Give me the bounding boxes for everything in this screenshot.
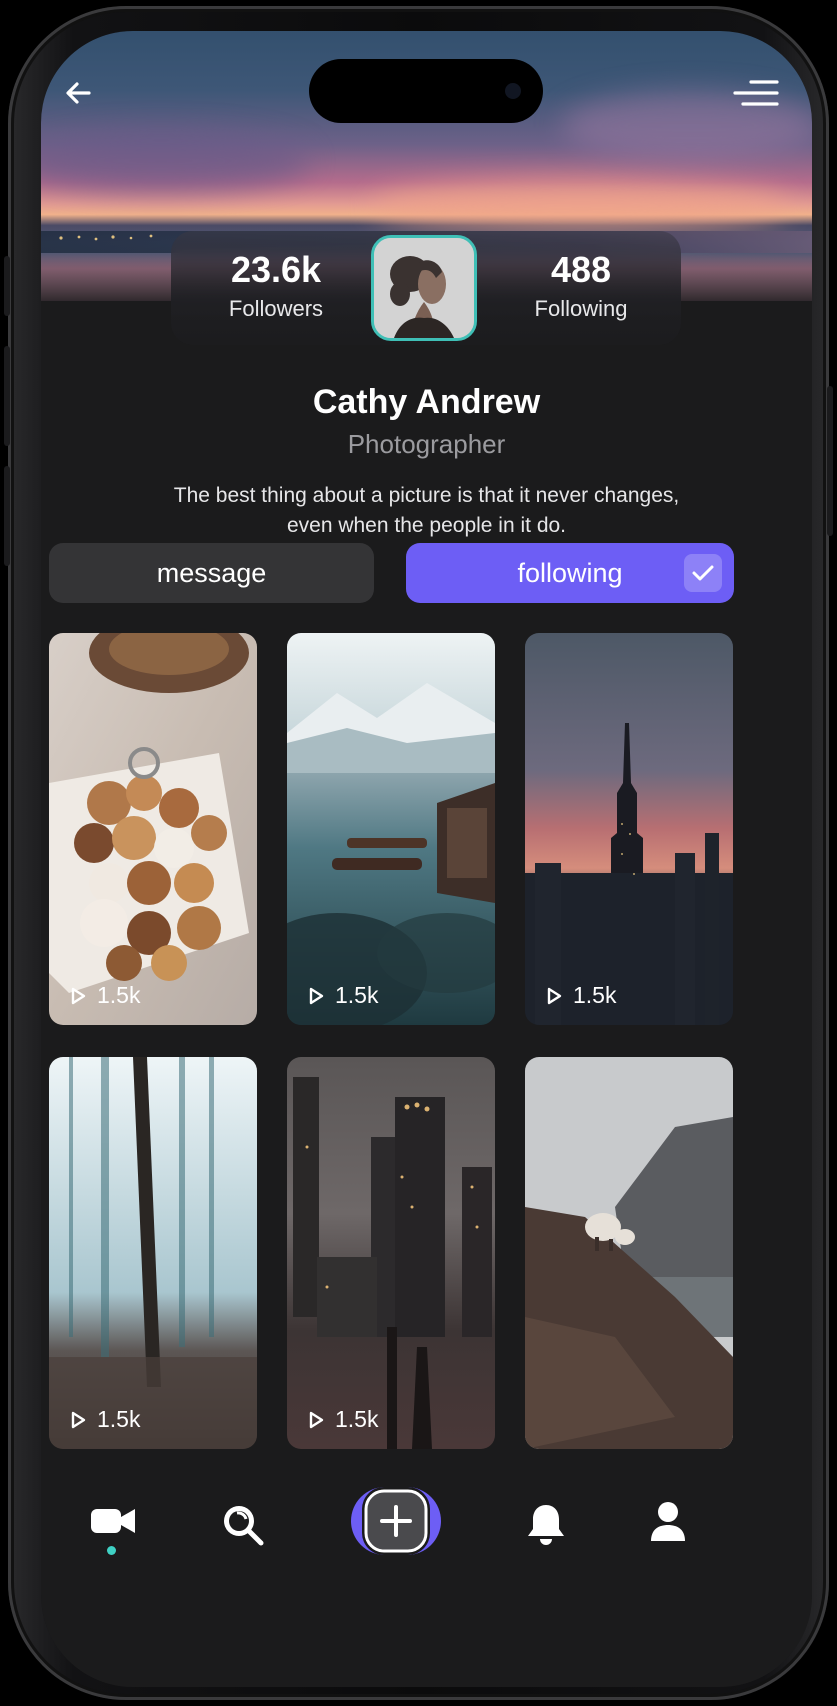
post-tile[interactable]: 1.5k [287,1057,495,1449]
followers-stat[interactable]: 23.6k Followers [186,249,366,323]
play-icon [71,1411,86,1428]
back-arrow-icon[interactable] [59,71,103,115]
post-tile[interactable] [525,1057,733,1449]
avatar[interactable] [371,235,477,341]
user-icon[interactable] [647,1499,689,1545]
message-button[interactable]: message [49,543,374,603]
following-button-label: following [517,557,623,588]
volume-down-button [4,466,10,566]
camera-icon [505,83,521,99]
following-label: Following [534,296,628,321]
view-count: 1.5k [69,1406,140,1433]
dynamic-island [309,59,543,123]
view-count: 1.5k [69,982,140,1009]
view-count: 1.5k [545,982,616,1009]
view-count: 1.5k [307,982,378,1009]
search-icon[interactable] [219,1501,265,1547]
profile-role: Photographer [347,429,506,459]
post-tile[interactable]: 1.5k [49,1057,257,1449]
bell-icon[interactable] [525,1501,567,1547]
following-count: 488 [550,249,612,290]
profile-name: Cathy Andrew [312,383,541,421]
play-icon [309,1411,324,1428]
post-thumbnail [525,633,733,1025]
play-icon [547,987,562,1004]
following-button[interactable]: following [406,543,734,603]
post-thumbnail [287,633,495,1025]
post-tile[interactable]: 1.5k [525,633,733,1025]
app-screen: 23.6k Followers 488 Following Cathy Andr… [41,31,812,1687]
active-indicator [107,1546,116,1555]
volume-up-button [4,346,10,446]
add-icon[interactable] [347,1483,445,1559]
post-thumbnail [525,1057,733,1449]
view-count: 1.5k [307,1406,378,1433]
video-icon[interactable] [89,1501,137,1541]
post-thumbnail [49,633,257,1025]
followers-count: 23.6k [230,249,322,290]
post-thumbnail [287,1057,495,1449]
power-button [827,386,833,536]
bottom-navigation [41,1451,812,1687]
action-button [4,256,10,316]
menu-icon[interactable] [729,71,783,115]
followers-label: Followers [228,296,324,321]
post-tile[interactable]: 1.5k [49,633,257,1025]
play-icon [309,987,324,1004]
following-stat[interactable]: 488 Following [491,249,671,323]
profile-bio: The best thing about a picture is that i… [173,484,680,537]
message-button-label: message [156,557,267,588]
play-icon [71,987,86,1004]
check-icon [684,554,722,592]
phone-frame: 23.6k Followers 488 Following Cathy Andr… [4,6,833,1700]
post-thumbnail [49,1057,257,1449]
post-tile[interactable]: 1.5k [287,633,495,1025]
